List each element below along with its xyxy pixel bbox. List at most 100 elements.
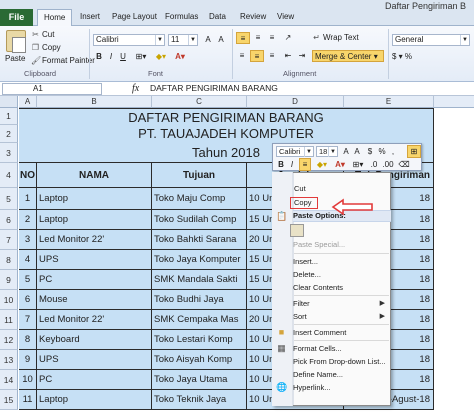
empty-grid-area[interactable] xyxy=(434,108,474,419)
cell-no[interactable]: 2 xyxy=(19,210,37,230)
fx-icon[interactable]: fx xyxy=(132,83,139,94)
wrap-text-button[interactable]: ↵ Wrap Text xyxy=(312,33,359,42)
mini-font-select[interactable]: Calibri ▼ xyxy=(276,146,314,157)
cell-nama[interactable]: UPS xyxy=(37,350,152,370)
cell-no[interactable]: 9 xyxy=(19,350,37,370)
column-header-a[interactable]: A xyxy=(19,96,37,108)
row-header[interactable]: 10 xyxy=(0,290,18,310)
font-name-select[interactable]: Calibri ▼ xyxy=(93,34,165,46)
format-painter-button[interactable]: 🖌Format Painter xyxy=(31,56,95,65)
row-header[interactable]: 1 xyxy=(0,108,18,125)
mini-center-button[interactable]: ≡ xyxy=(299,158,311,171)
tab-view[interactable]: View xyxy=(277,12,294,21)
cell-nama[interactable]: Led Monitor 22' xyxy=(37,230,152,250)
cell-nama[interactable]: PC xyxy=(37,370,152,390)
cell-tujuan[interactable]: Toko Budhi Jaya xyxy=(152,290,247,310)
row-header[interactable]: 6 xyxy=(0,210,18,230)
copy-button[interactable]: ❐ Copy xyxy=(31,43,61,52)
row-header[interactable]: 11 xyxy=(0,310,18,330)
paste-icon[interactable] xyxy=(6,30,26,53)
cell-no[interactable]: 1 xyxy=(19,188,37,210)
cell-nama[interactable]: Laptop xyxy=(37,210,152,230)
align-middle-button[interactable]: ≡ xyxy=(252,32,264,44)
cell-nama[interactable]: UPS xyxy=(37,250,152,270)
orientation-button[interactable]: ↗ xyxy=(282,32,294,44)
tab-insert[interactable]: Insert xyxy=(80,12,100,21)
row-header[interactable]: 15 xyxy=(0,390,18,410)
cell-no[interactable]: 7 xyxy=(19,310,37,330)
name-box[interactable]: A1 xyxy=(2,83,102,95)
cell-nama[interactable]: Laptop xyxy=(37,390,152,410)
tab-file[interactable]: File xyxy=(0,9,33,26)
mini-increase-decimal-button[interactable]: .00 xyxy=(382,159,394,170)
merge-center-button[interactable]: Merge & Center ▾ xyxy=(312,50,384,62)
cell-no[interactable]: 11 xyxy=(19,390,37,410)
cell-tujuan[interactable]: Toko Maju Comp xyxy=(152,188,247,210)
bold-button[interactable]: B xyxy=(94,51,104,63)
row-header[interactable]: 9 xyxy=(0,270,18,290)
row-header[interactable]: 7 xyxy=(0,230,18,250)
mini-eraser-button[interactable]: ⌫ xyxy=(398,159,410,170)
cell-no[interactable]: 6 xyxy=(19,290,37,310)
row-header[interactable]: 3 xyxy=(0,143,18,163)
tab-page-layout[interactable]: Page Layout xyxy=(112,12,157,21)
mini-percent-button[interactable]: % xyxy=(377,146,387,157)
font-size-select[interactable]: 11 ▼ xyxy=(168,34,198,46)
header-cell-nama[interactable]: NAMA xyxy=(37,163,152,188)
paste-option-icon[interactable] xyxy=(290,224,304,237)
tab-review[interactable]: Review xyxy=(240,12,266,21)
italic-button[interactable]: I xyxy=(106,51,116,63)
formula-input[interactable]: DAFTAR PENGIRIMAN BARANG xyxy=(150,83,278,93)
mini-fill-color-button[interactable]: ◆▾ xyxy=(314,159,330,170)
cell-no[interactable]: 3 xyxy=(19,230,37,250)
cell-no[interactable]: 8 xyxy=(19,330,37,350)
number-format-select[interactable]: General ▼ xyxy=(392,34,470,46)
column-header-e[interactable]: E xyxy=(344,96,434,108)
cell-nama[interactable]: Led Monitor 22' xyxy=(37,310,152,330)
cell-tujuan[interactable]: SMK Mandala Sakti xyxy=(152,270,247,290)
cut-button[interactable]: ✂ Cut xyxy=(31,30,54,39)
grow-font-button[interactable]: A xyxy=(202,34,214,46)
header-cell-tujuan[interactable]: Tujuan xyxy=(152,163,247,188)
row-header[interactable]: 5 xyxy=(0,188,18,210)
cell-tujuan[interactable]: Toko Bahkti Sarana xyxy=(152,230,247,250)
mini-size-select[interactable]: 18 ▼ xyxy=(316,146,338,157)
cell-no[interactable]: 5 xyxy=(19,270,37,290)
company-title-cell[interactable]: PT. TAUAJADEH KOMPUTER xyxy=(19,125,434,143)
accounting-format-button[interactable]: $ ▾ % xyxy=(392,51,432,63)
align-left-button[interactable]: ≡ xyxy=(236,50,248,62)
mini-bold-button[interactable]: B xyxy=(276,159,286,170)
mini-decrease-decimal-button[interactable]: .0 xyxy=(368,159,380,170)
column-header-b[interactable]: B xyxy=(37,96,152,108)
tab-formulas[interactable]: Formulas xyxy=(165,12,198,21)
align-center-button[interactable]: ≡ xyxy=(250,50,264,62)
mini-comma-button[interactable]: , xyxy=(388,146,398,157)
mini-shrink-font-button[interactable]: A xyxy=(352,146,362,157)
cell-tujuan[interactable]: Toko Aisyah Komp xyxy=(152,350,247,370)
decrease-indent-button[interactable]: ⇤ xyxy=(282,50,294,62)
column-header-c[interactable]: C xyxy=(152,96,247,108)
cell-nama[interactable]: Laptop xyxy=(37,188,152,210)
mini-italic-button[interactable]: I xyxy=(287,159,297,170)
align-bottom-button[interactable]: ≡ xyxy=(266,32,278,44)
mini-borders-button[interactable]: ⊞▾ xyxy=(351,159,365,170)
header-cell-no[interactable]: NO xyxy=(19,163,37,188)
row-header[interactable]: 12 xyxy=(0,330,18,350)
cell-no[interactable]: 10 xyxy=(19,370,37,390)
align-top-button[interactable]: ≡ xyxy=(236,32,250,44)
align-right-button[interactable]: ≡ xyxy=(266,50,278,62)
mini-font-color-button[interactable]: A▾ xyxy=(332,159,348,170)
cell-nama[interactable]: PC xyxy=(37,270,152,290)
cell-tujuan[interactable]: SMK Cempaka Mas xyxy=(152,310,247,330)
shrink-font-button[interactable]: A xyxy=(215,34,227,46)
cell-nama[interactable]: Keyboard xyxy=(37,330,152,350)
row-header[interactable]: 4 xyxy=(0,163,18,188)
cell-tujuan[interactable]: Toko Jaya Utama xyxy=(152,370,247,390)
cell-tujuan[interactable]: Toko Sudilah Comp xyxy=(152,210,247,230)
row-header[interactable]: 8 xyxy=(0,250,18,270)
mini-grow-font-button[interactable]: A xyxy=(341,146,351,157)
row-header[interactable]: 14 xyxy=(0,370,18,390)
cell-tujuan[interactable]: Toko Lestari Komp xyxy=(152,330,247,350)
cell-tujuan[interactable]: Toko Jaya Komputer xyxy=(152,250,247,270)
fill-color-button[interactable]: ◆▾ xyxy=(153,51,169,63)
